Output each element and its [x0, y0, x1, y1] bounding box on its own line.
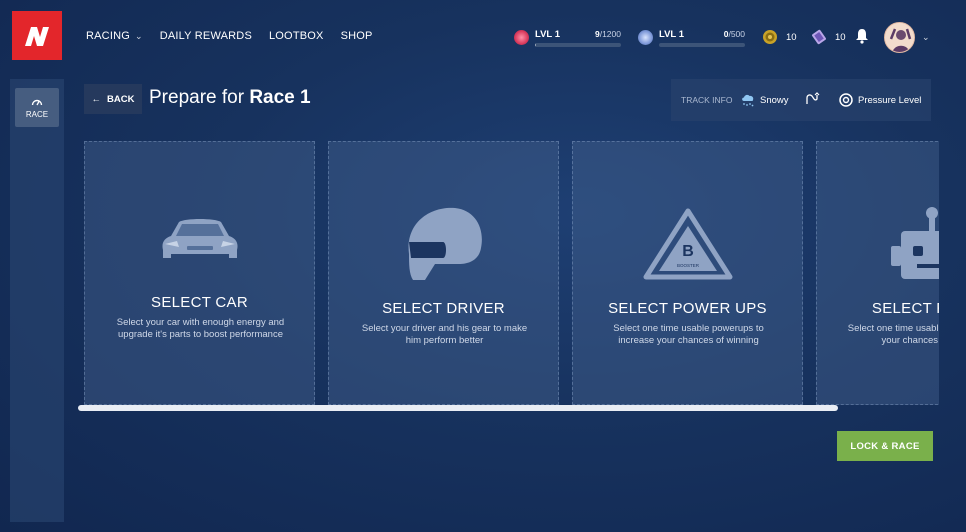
- arrow-left-icon: ←: [91, 93, 102, 105]
- avatar[interactable]: [884, 22, 915, 53]
- select-robot-title: SELECT ROBOT: [871, 300, 939, 317]
- player-level-count: 9/1200: [595, 29, 621, 40]
- ticket-balance-value: 10: [835, 31, 846, 43]
- bell-icon: [856, 29, 868, 44]
- lock-and-race-button[interactable]: LOCK & RACE: [837, 431, 933, 461]
- track-conditions[interactable]: [804, 91, 820, 109]
- select-driver-card[interactable]: SELECT DRIVER Select your driver and his…: [328, 141, 559, 405]
- back-button-label: BACK: [107, 93, 135, 105]
- select-driver-desc: Select your driver and his gear to make …: [361, 323, 528, 346]
- helmet-icon: [408, 207, 482, 280]
- select-car-desc: Select your car with enough energy and u…: [116, 317, 285, 340]
- car-level-label: LVL 1: [659, 29, 684, 40]
- select-power-ups-title: SELECT POWER UPS: [608, 300, 767, 317]
- track-info-label: TRACK INFO: [681, 95, 733, 105]
- pressure-gauge-icon: [839, 93, 853, 107]
- select-power-ups-card[interactable]: B BOOSTER SELECT POWER UPS Select one ti…: [572, 141, 803, 405]
- nav-lootbox[interactable]: LOOTBOX: [269, 30, 324, 42]
- nav-racing-label: RACING: [86, 30, 130, 42]
- track-weather[interactable]: Snowy: [740, 93, 789, 107]
- helmet-icon-wrap: [329, 204, 558, 284]
- pressure-level[interactable]: Pressure Level: [839, 93, 921, 107]
- top-bar: RACING ⌄ DAILY REWARDS LOOTBOX SHOP LVL …: [0, 0, 966, 75]
- select-driver-title: SELECT DRIVER: [382, 300, 505, 317]
- booster-icon-text: B: [682, 243, 694, 260]
- booster-icon: B BOOSTER: [643, 208, 732, 280]
- coin-balance-value: 10: [786, 31, 797, 43]
- car-level[interactable]: LVL 1 0/500: [638, 29, 745, 47]
- select-car-card[interactable]: SELECT CAR Select your car with enough e…: [84, 141, 315, 405]
- nav-daily-rewards[interactable]: DAILY REWARDS: [160, 30, 252, 42]
- track-info-panel: TRACK INFO Snowy Pressure Level: [671, 79, 931, 121]
- car-level-count: 0/500: [724, 29, 745, 40]
- nav-daily-rewards-label: DAILY REWARDS: [159, 30, 252, 42]
- cards-scrollbar[interactable]: [78, 405, 838, 411]
- selection-cards: SELECT CAR Select your car with enough e…: [84, 141, 939, 405]
- robot-icon: [890, 207, 939, 279]
- nav-shop[interactable]: SHOP: [341, 30, 373, 42]
- ticket-icon: [812, 29, 826, 45]
- nav-shop-label: SHOP: [340, 30, 373, 42]
- ticket-balance[interactable]: 10: [811, 29, 846, 45]
- track-curve-icon: [806, 91, 820, 104]
- notifications-button[interactable]: [855, 28, 869, 49]
- booster-icon-wrap: B BOOSTER: [573, 208, 802, 280]
- page-title-race: Race 1: [249, 87, 311, 108]
- speedometer-icon: [31, 99, 43, 105]
- car-level-max: /500: [728, 29, 745, 39]
- sidebar-item-race[interactable]: RACE: [15, 88, 59, 127]
- avatar-image: [885, 23, 914, 52]
- car-icon: [161, 219, 238, 258]
- pressure-level-label: Pressure Level: [858, 94, 922, 106]
- nav-racing[interactable]: RACING ⌄: [86, 30, 143, 42]
- player-level-max: /1200: [599, 29, 621, 39]
- sidebar-item-race-label: RACE: [25, 109, 49, 119]
- car-icon-wrap: [85, 214, 314, 264]
- main-nav: RACING ⌄ DAILY REWARDS LOOTBOX SHOP: [86, 30, 373, 42]
- coin-icon: [763, 30, 777, 44]
- car-level-info: LVL 1 0/500: [659, 29, 745, 47]
- select-robot-card[interactable]: SELECT ROBOT Select one time usable robo…: [816, 141, 939, 405]
- chevron-down-icon: ⌄: [134, 30, 143, 41]
- car-level-progress: [659, 43, 745, 47]
- player-level-progress: [535, 43, 621, 47]
- robot-icon-wrap: [817, 206, 939, 286]
- avatar-menu-chevron-icon[interactable]: ⌄: [922, 32, 930, 43]
- page-title-prefix: Prepare for: [149, 87, 250, 108]
- player-level-label: LVL 1: [535, 29, 560, 40]
- back-button[interactable]: ← BACK: [84, 84, 142, 114]
- snow-cloud-icon: [742, 94, 754, 107]
- car-level-badge-icon: [638, 30, 653, 45]
- nav-lootbox-label: LOOTBOX: [268, 30, 324, 42]
- coin-balance[interactable]: 10: [762, 29, 797, 45]
- select-robot-desc: Select one time usable robot to increase…: [847, 323, 939, 346]
- logo[interactable]: [12, 11, 62, 60]
- select-car-title: SELECT CAR: [151, 294, 248, 311]
- player-level[interactable]: LVL 1 9/1200: [514, 29, 621, 47]
- player-level-badge-icon: [514, 30, 529, 45]
- select-power-ups-desc: Select one time usable powerups to incre…: [613, 323, 764, 346]
- logo-icon: [25, 26, 49, 46]
- sidebar: RACE: [10, 79, 64, 522]
- player-level-info: LVL 1 9/1200: [535, 29, 621, 47]
- booster-icon-subtext: BOOSTER: [676, 263, 699, 268]
- page-title: Prepare for Race 1: [149, 87, 311, 109]
- track-weather-label: Snowy: [760, 94, 789, 106]
